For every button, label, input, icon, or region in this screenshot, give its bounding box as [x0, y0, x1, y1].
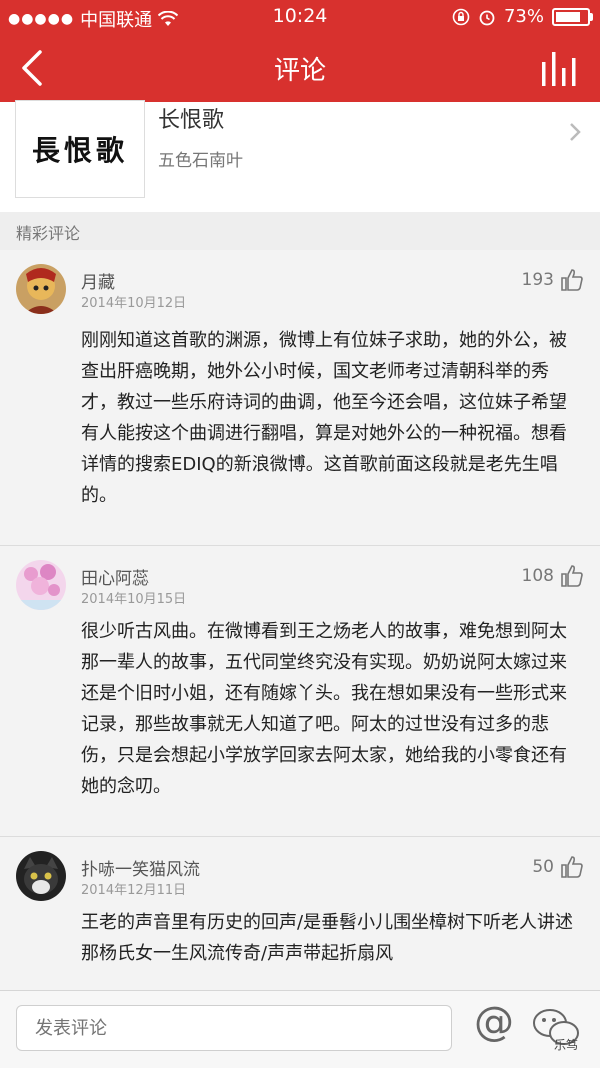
chevron-right-icon [570, 123, 581, 141]
album-cover: 長恨歌 [15, 100, 145, 198]
song-artist: 五色石南叶 [158, 151, 243, 171]
comment-body: 很少听古风曲。在微博看到王之炀老人的故事，难免想到阿太那一辈人的故事，五代同堂终… [81, 621, 567, 797]
song-title: 长恨歌 [158, 108, 225, 133]
like-button[interactable]: 50 [532, 855, 584, 879]
like-button[interactable]: 193 [522, 268, 584, 292]
section-title: 精彩评论 [16, 224, 81, 243]
comment-body: 王老的声音里有历史的回声/是垂髫小儿围坐樟树下听老人讲述那杨氏女一生风流传奇/声… [81, 912, 574, 964]
mention-button[interactable]: @ [474, 999, 514, 1045]
comment-list: 月藏 2014年10月12日 193 刚刚知道这首歌的渊源，微博上有位妹子求助，… [0, 250, 600, 992]
user-avatar[interactable] [16, 264, 66, 314]
comment-item: 月藏 2014年10月12日 193 刚刚知道这首歌的渊源，微博上有位妹子求助，… [0, 250, 600, 546]
like-count: 193 [521, 270, 554, 290]
battery-icon [552, 7, 593, 26]
status-right: 73% [452, 6, 593, 27]
lock-rotation-icon [452, 8, 470, 25]
comment-item: 田心阿蕊 2014年10月15日 108 很少听古风曲。在微博看到王之炀老人的故… [0, 546, 600, 837]
song-header[interactable]: 長恨歌 长恨歌 五色石南叶 [0, 100, 600, 212]
like-count: 50 [532, 857, 554, 877]
nav-bar: 评论 [0, 34, 600, 102]
like-button[interactable]: 108 [522, 564, 584, 588]
comment-input[interactable] [16, 1005, 452, 1051]
comment-username[interactable]: 月藏 [81, 268, 115, 293]
page-title: 评论 [273, 56, 326, 86]
like-count: 108 [521, 566, 554, 586]
comment-date: 2014年10月12日 [81, 296, 187, 311]
comment-username[interactable]: 扑哧一笑猫风流 [81, 855, 200, 880]
battery-percent: 73% [503, 6, 544, 27]
thumbs-up-icon [561, 856, 583, 878]
album-cover-calligraphy: 長恨歌 [31, 134, 128, 167]
stats-bars-icon[interactable] [540, 48, 580, 88]
watermark-label: 乐笃 [554, 1038, 579, 1052]
comment-username[interactable]: 田心阿蕊 [81, 564, 149, 589]
comment-body: 刚刚知道这首歌的渊源，微博上有位妹子求助，她的外公，被查出肝癌晚期，她外公小时候… [81, 330, 567, 506]
thumbs-up-icon [561, 269, 583, 291]
comment-item: 扑哧一笑猫风流 2014年12月11日 50 王老的声音里有历史的回声/是垂髫小… [0, 837, 600, 992]
user-avatar[interactable] [16, 560, 66, 610]
status-bar: ●●●●● 中国联通 10:24 73% [0, 0, 600, 34]
comment-date: 2014年10月15日 [81, 592, 187, 607]
thumbs-up-icon [561, 565, 583, 587]
comment-date: 2014年12月11日 [81, 883, 187, 898]
alarm-icon [479, 10, 495, 25]
section-header: 精彩评论 [0, 212, 600, 250]
comment-input-bar: @ [0, 990, 600, 1068]
user-avatar[interactable] [16, 851, 66, 901]
